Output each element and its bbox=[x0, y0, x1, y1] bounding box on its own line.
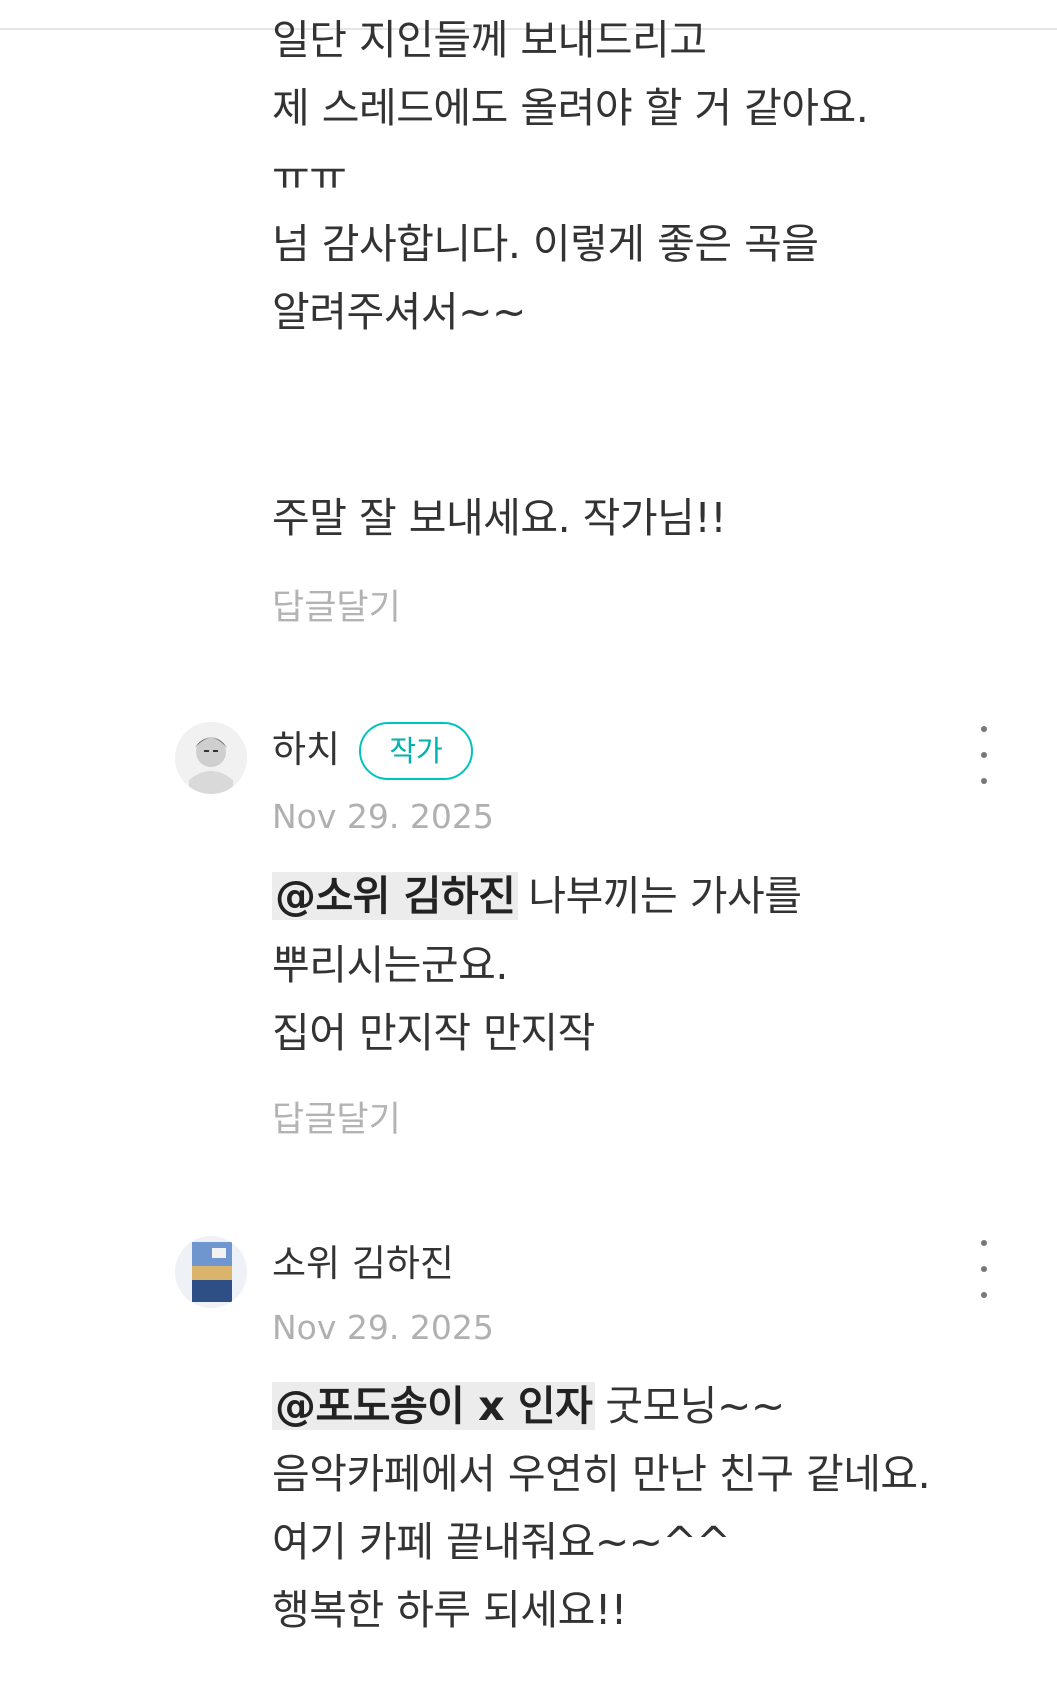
comment-text-line: 주말 잘 보내세요. 작가님!! bbox=[272, 494, 727, 542]
comment-text-line: 여기 카페 끝내줘요~~^^ bbox=[272, 1518, 731, 1566]
comment-author[interactable]: 하치 bbox=[272, 727, 340, 773]
book-cover-icon bbox=[175, 1236, 247, 1308]
comment-text-line: @소위 김하진 나부끼는 가사를 bbox=[272, 868, 802, 924]
comment-text-line: 뿌리시는군요. bbox=[272, 941, 508, 989]
comment-text-line: @포도송이 x 인자 굿모닝~~ bbox=[272, 1378, 785, 1434]
avatar[interactable] bbox=[175, 722, 247, 794]
reply-button[interactable]: 답글달기 bbox=[272, 1098, 401, 1142]
avatar[interactable] bbox=[175, 1236, 247, 1308]
comment-text-line: 넘 감사합니다. 이렇게 좋은 곡을 bbox=[272, 220, 819, 268]
more-options-button[interactable] bbox=[965, 724, 1001, 786]
comment-date: Nov 29. 2025 bbox=[272, 797, 494, 836]
comment-text-line: 알려주셔서~~ bbox=[272, 288, 526, 336]
comment-text: 굿모닝~~ bbox=[605, 1382, 785, 1430]
reply-button[interactable]: 답글달기 bbox=[272, 586, 401, 630]
user-photo-icon bbox=[175, 722, 247, 794]
comment-text-line: 행복한 하루 되세요!! bbox=[272, 1586, 627, 1634]
author-badge: 작가 bbox=[359, 722, 473, 780]
comment-text: 나부끼는 가사를 bbox=[528, 872, 802, 920]
comment-text-line: 제 스레드에도 올려야 할 거 같아요. bbox=[272, 84, 869, 132]
mention-tag[interactable]: @소위 김하진 bbox=[272, 872, 519, 920]
mention-tag[interactable]: @포도송이 x 인자 bbox=[272, 1382, 596, 1430]
comment-text-line: 집어 만지작 만지작 bbox=[272, 1009, 595, 1057]
comment-author[interactable]: 소위 김하진 bbox=[272, 1241, 454, 1287]
comment-text-line: 일단 지인들께 보내드리고 bbox=[272, 16, 707, 64]
comment-date: Nov 29. 2025 bbox=[272, 1308, 494, 1347]
comment-text-line: ㅠㅠ bbox=[272, 152, 347, 200]
comment-text-line: 음악카페에서 우연히 만난 친구 같네요. bbox=[272, 1450, 931, 1498]
more-options-button[interactable] bbox=[965, 1238, 1001, 1300]
